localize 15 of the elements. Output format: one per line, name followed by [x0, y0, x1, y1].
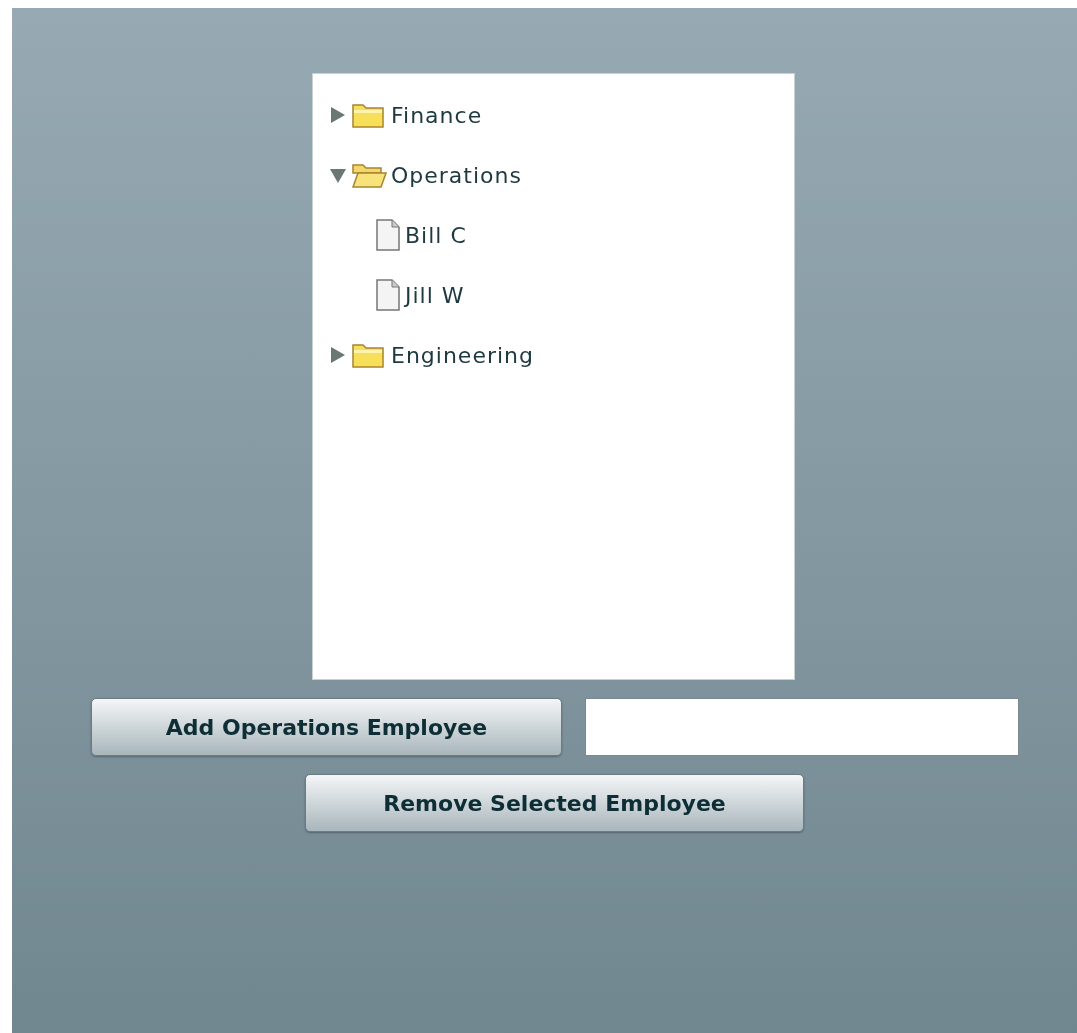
- folder-icon: [351, 341, 387, 369]
- tree-item[interactable]: Jill W: [405, 282, 465, 308]
- document-icon: [375, 218, 401, 252]
- tree-item[interactable]: Engineering: [391, 342, 534, 368]
- tree-item[interactable]: Finance: [391, 102, 483, 128]
- folder-icon: [351, 101, 387, 129]
- tree-item[interactable]: Bill C: [405, 222, 467, 248]
- expand-arrow-icon[interactable]: [329, 345, 347, 365]
- name-input-field[interactable]: [585, 698, 1019, 756]
- document-icon: [375, 278, 401, 312]
- open-folder-icon: [351, 161, 387, 189]
- add-employee-button[interactable]: Add Operations Employee: [91, 698, 562, 756]
- expand-arrow-icon[interactable]: [329, 105, 347, 125]
- remove-employee-button[interactable]: Remove Selected Employee: [305, 774, 804, 832]
- tree-item[interactable]: Operations: [391, 162, 522, 188]
